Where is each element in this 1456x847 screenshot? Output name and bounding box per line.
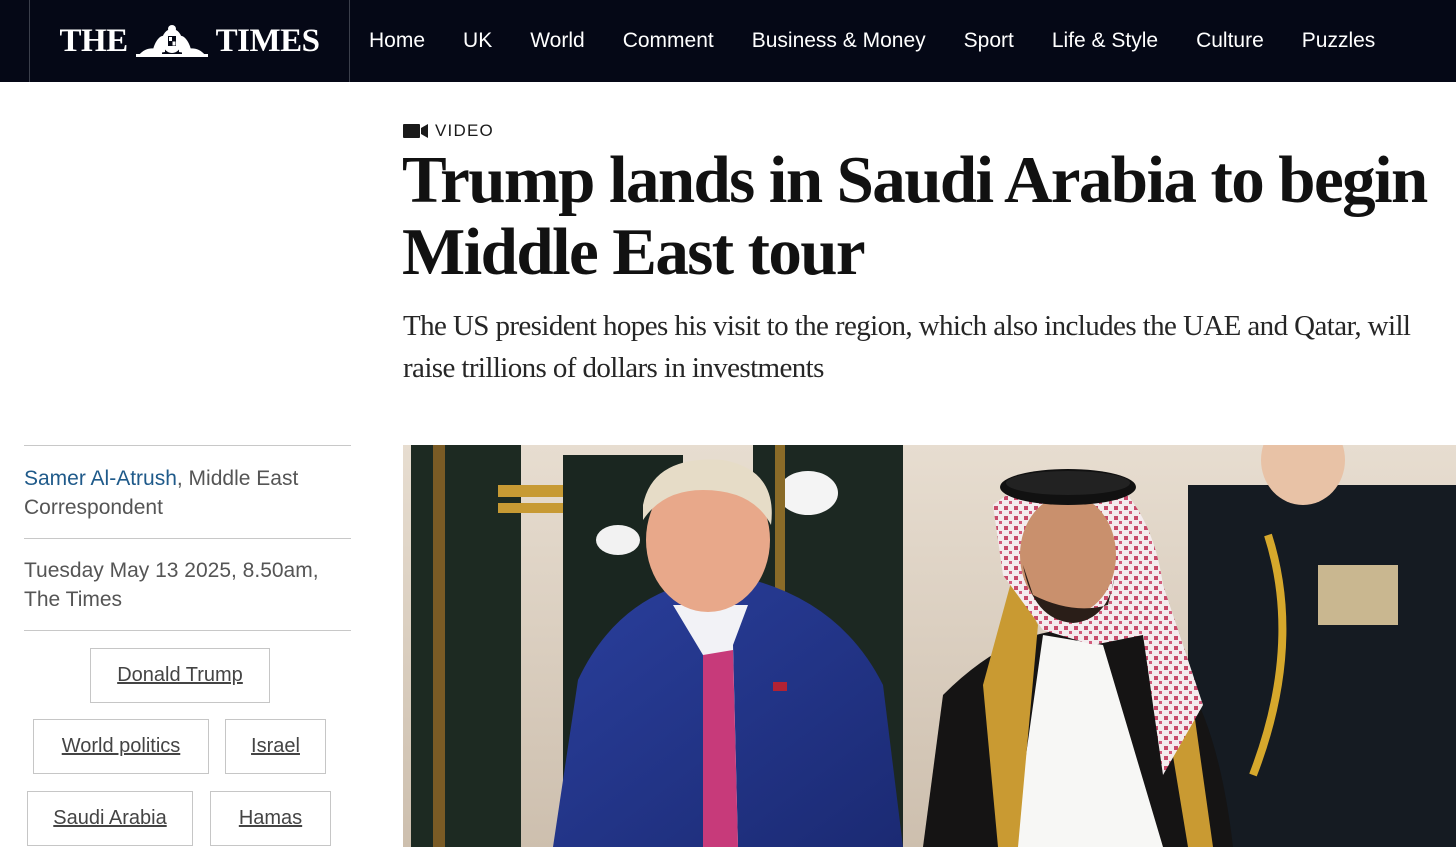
tag-saudi-arabia[interactable]: Saudi Arabia xyxy=(27,791,193,846)
author-link[interactable]: Samer Al-Atrush xyxy=(24,467,177,490)
article-headline: Trump lands in Saudi Arabia to begin Mid… xyxy=(402,143,1428,289)
article-standfirst: The US president hopes his visit to the … xyxy=(403,310,1411,384)
tag-israel[interactable]: Israel xyxy=(225,719,326,774)
article-kicker: VIDEO xyxy=(403,121,494,141)
masthead: THE TIMES xyxy=(59,22,320,60)
masthead-word-the: THE xyxy=(59,22,128,59)
lead-photo-illustration xyxy=(403,445,1456,847)
byline: Samer Al-Atrush, Middle East Corresponde… xyxy=(24,446,351,538)
nav-item-business-money[interactable]: Business & Money xyxy=(752,29,926,53)
article-meta: Samer Al-Atrush, Middle East Corresponde… xyxy=(24,445,351,847)
topic-tags: Donald Trump World politics Israel Saudi… xyxy=(24,631,351,847)
publish-date: Tuesday May 13 2025, 8.50am, The Times xyxy=(24,559,319,611)
top-navigation-bar: THE TIMES Home UK World Comment Business… xyxy=(0,0,1456,82)
nav-item-uk[interactable]: UK xyxy=(463,29,492,53)
nav-item-life-style[interactable]: Life & Style xyxy=(1052,29,1158,53)
kicker-label: VIDEO xyxy=(435,121,494,140)
main-nav: Home UK World Comment Business & Money S… xyxy=(350,0,1394,82)
nav-item-world[interactable]: World xyxy=(530,29,584,53)
nav-item-home[interactable]: Home xyxy=(369,29,425,53)
royal-crest-icon xyxy=(132,24,212,58)
lead-photo xyxy=(403,445,1456,847)
masthead-word-times: TIMES xyxy=(215,22,320,59)
nav-item-puzzles[interactable]: Puzzles xyxy=(1302,29,1376,53)
tag-world-politics[interactable]: World politics xyxy=(33,719,209,774)
nav-item-comment[interactable]: Comment xyxy=(623,29,714,53)
nav-item-culture[interactable]: Culture xyxy=(1196,29,1264,53)
nav-item-sport[interactable]: Sport xyxy=(964,29,1014,53)
video-camera-icon xyxy=(403,124,428,138)
tag-donald-trump[interactable]: Donald Trump xyxy=(90,648,270,703)
tag-hamas[interactable]: Hamas xyxy=(210,791,331,846)
site-logo[interactable]: THE TIMES xyxy=(29,0,350,82)
